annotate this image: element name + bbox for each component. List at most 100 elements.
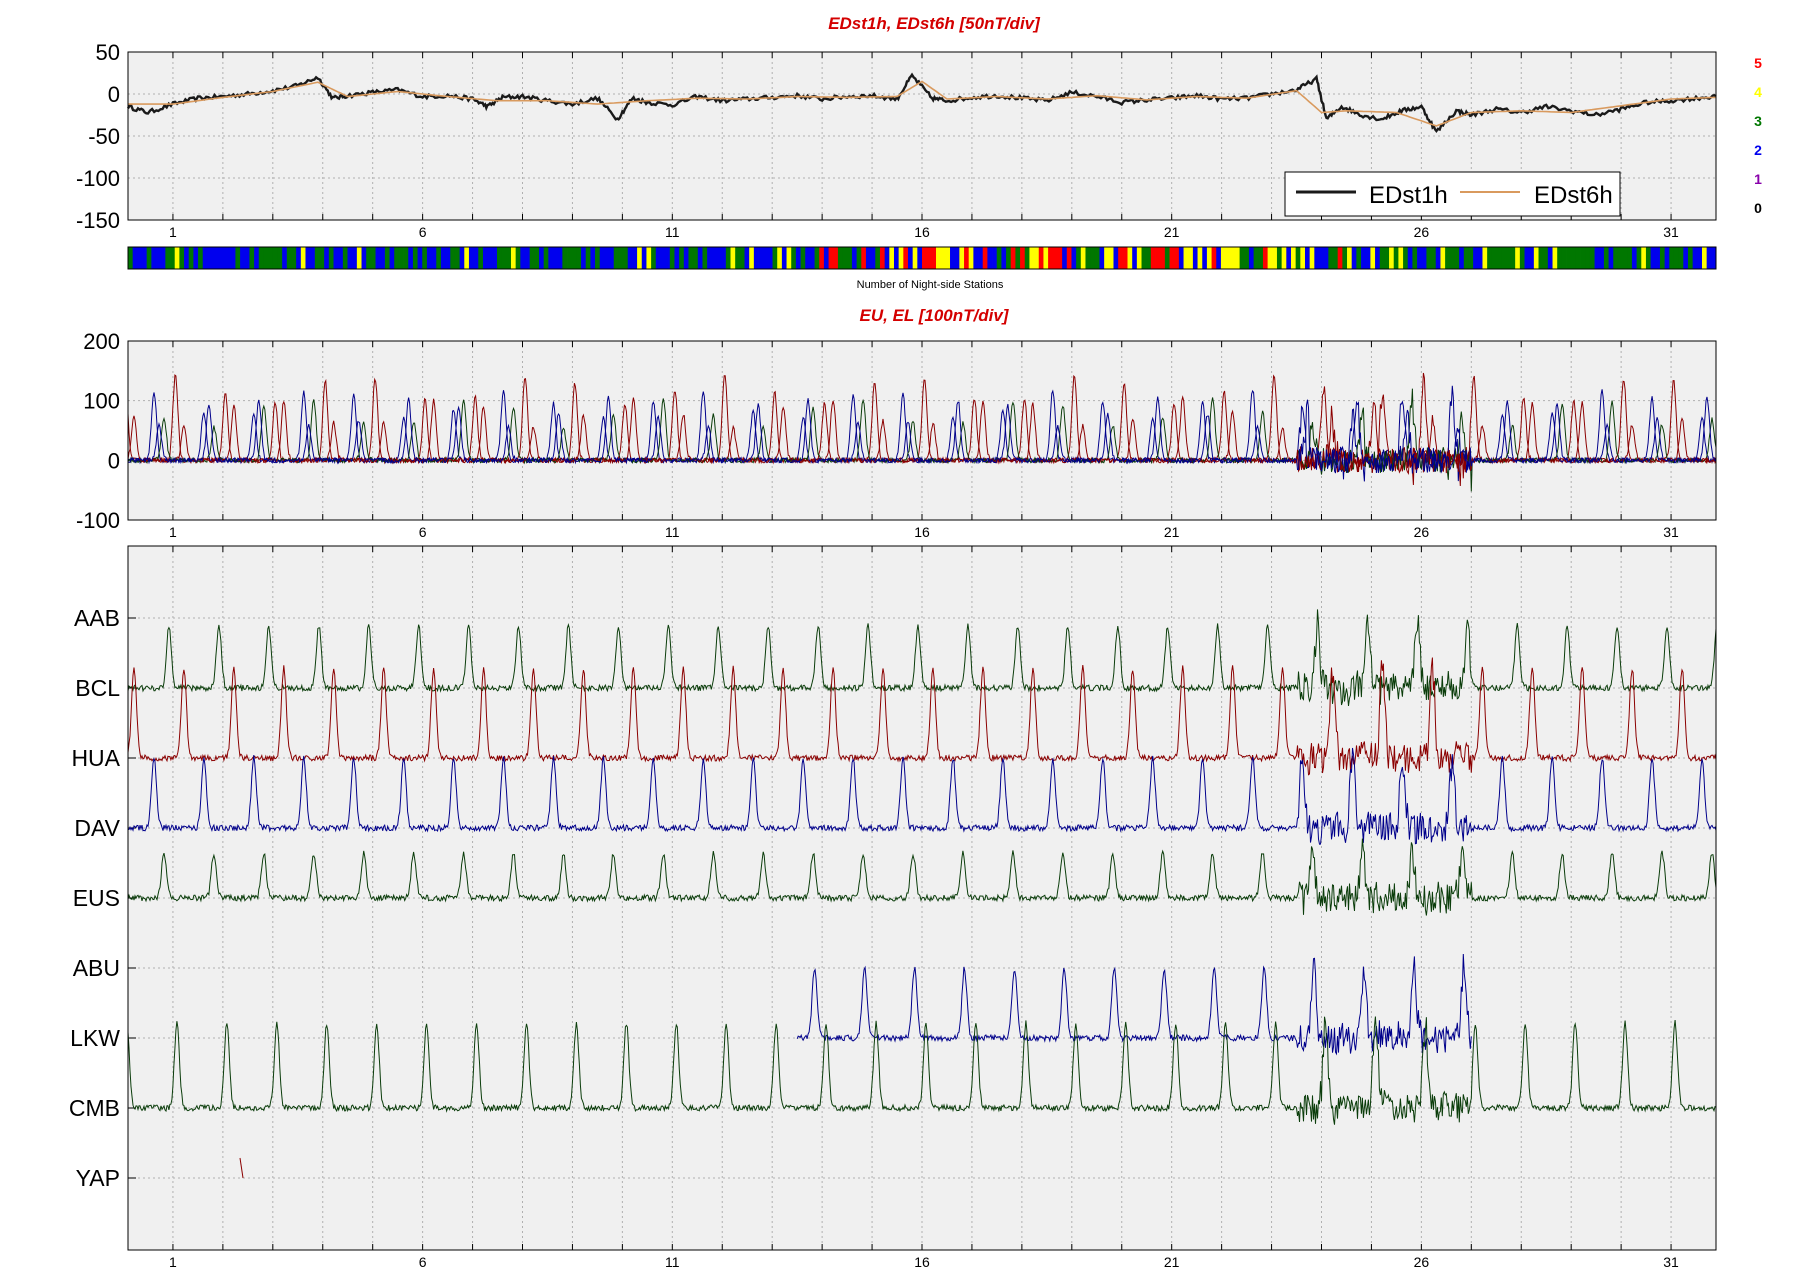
band-cell — [632, 247, 638, 269]
band-cell — [1202, 247, 1208, 269]
band-cell — [595, 247, 601, 269]
band-cell — [1206, 247, 1212, 269]
band-cell — [669, 247, 675, 269]
band-cell — [216, 247, 222, 269]
band-cell — [1211, 247, 1217, 269]
band-cell — [277, 247, 283, 269]
band-cell — [950, 247, 956, 269]
band-cell — [1351, 247, 1357, 269]
band-cell — [697, 247, 703, 269]
band-label: Number of Night-side Stations — [857, 279, 1004, 291]
band-cell — [1347, 247, 1353, 269]
band-cell — [1258, 247, 1264, 269]
band-cell — [184, 247, 190, 269]
band-cell — [487, 247, 493, 269]
band-cell — [959, 247, 965, 269]
band-cell — [1636, 247, 1642, 269]
band-cell — [319, 247, 325, 269]
band-cell — [660, 247, 666, 269]
x-tick-label: 21 — [1164, 1254, 1180, 1268]
band-cell — [1370, 247, 1376, 269]
band-cell — [599, 247, 605, 269]
band-cell — [744, 247, 750, 269]
y-tick-label: -100 — [76, 166, 120, 191]
band-cell — [833, 247, 839, 269]
band-cell — [539, 247, 545, 269]
band-cell — [1501, 247, 1507, 269]
band-cell — [510, 247, 517, 269]
band-cell — [188, 247, 194, 269]
band-cell — [571, 247, 577, 269]
band-cell — [641, 247, 647, 269]
band-cell — [1150, 247, 1156, 269]
band-cell — [562, 247, 568, 269]
band-cell — [534, 247, 540, 269]
band-cell — [1155, 247, 1161, 269]
band-cell — [716, 247, 722, 269]
band-cell — [819, 247, 825, 269]
band-cell — [450, 247, 456, 269]
band-cell — [1683, 247, 1689, 269]
band-cell — [454, 247, 461, 269]
y-tick-label: 100 — [83, 389, 120, 414]
band-cell — [1099, 247, 1105, 269]
band-cell — [795, 247, 801, 269]
band-cell — [1132, 247, 1138, 269]
band-cell — [179, 247, 185, 269]
band-cell — [478, 247, 484, 269]
legend-label-edst1h: EDst1h — [1369, 182, 1448, 209]
band-cell — [249, 247, 255, 269]
x-tick-label: 16 — [914, 524, 930, 540]
band-cell — [235, 247, 241, 269]
band-cell — [1006, 247, 1012, 269]
band-cell — [730, 247, 736, 269]
band-cell — [837, 247, 843, 269]
band-cell — [1286, 247, 1292, 269]
band-cell — [1071, 247, 1077, 269]
band-cell — [1038, 247, 1044, 269]
band-cell — [338, 247, 344, 269]
band-cell — [1547, 247, 1553, 269]
band-cell — [693, 247, 699, 269]
band-cell — [978, 247, 984, 269]
band-cell — [702, 247, 708, 269]
band-cell — [1108, 247, 1114, 269]
band-cell — [170, 247, 176, 269]
band-cell — [375, 247, 381, 269]
band-cell — [1244, 247, 1250, 269]
station-label-bcl: BCL — [75, 675, 120, 701]
band-cell — [328, 247, 334, 269]
band-cell — [1043, 247, 1049, 269]
band-cell — [1613, 247, 1619, 269]
band-cell — [828, 247, 834, 269]
band-cell — [1468, 247, 1474, 269]
band-cell — [380, 247, 386, 269]
band-cell — [758, 247, 764, 269]
band-cell — [777, 247, 783, 269]
band-cell — [1701, 247, 1708, 269]
band-cell — [254, 247, 260, 269]
station-label-abu: ABU — [73, 955, 120, 981]
band-cell — [1113, 247, 1119, 269]
band-cell — [165, 247, 171, 269]
x-tick-label: 6 — [419, 524, 427, 540]
band-cell — [1426, 247, 1432, 269]
band-cell — [1146, 247, 1152, 269]
x-tick-label: 21 — [1164, 524, 1180, 540]
band-cell — [1248, 247, 1255, 269]
band-cell — [553, 247, 559, 269]
band-cell — [936, 247, 942, 269]
band-cell — [865, 247, 872, 269]
band-cell — [272, 247, 278, 269]
band-cell — [389, 247, 395, 269]
band-cell — [1477, 247, 1483, 269]
band-cell — [912, 247, 918, 269]
x-tick-label: 21 — [1164, 224, 1180, 240]
band-cell — [1435, 247, 1441, 269]
band-cell — [226, 247, 232, 269]
y-tick-label: 50 — [96, 40, 120, 65]
band-cell — [1575, 247, 1581, 269]
band-cell — [1608, 247, 1614, 269]
band-cell — [842, 247, 848, 269]
band-cell — [917, 247, 923, 269]
